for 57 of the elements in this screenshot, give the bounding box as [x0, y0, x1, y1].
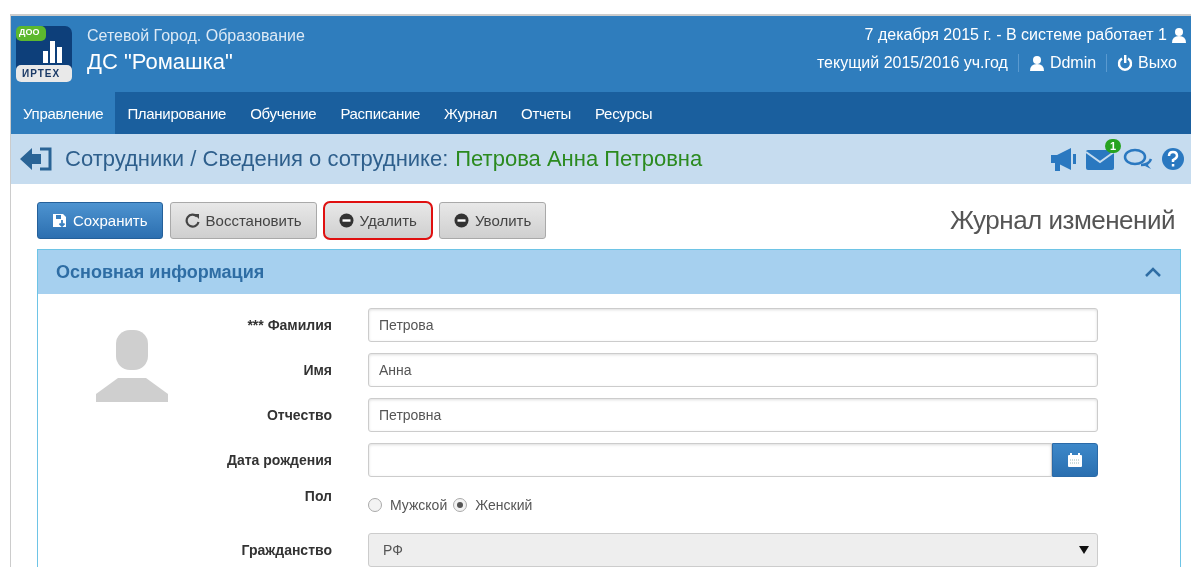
radio-label: Женский [475, 497, 533, 513]
field-label: Отчество [265, 407, 332, 423]
radio-button[interactable] [453, 498, 468, 512]
text-field[interactable]: Петровна [368, 398, 1098, 432]
school-year: текущий 2015/2016 уч.год [815, 54, 1009, 72]
text-field[interactable]: Петрова [368, 308, 1098, 342]
unread-count-badge: 1 [1104, 139, 1121, 153]
power-icon [1117, 55, 1134, 71]
field-label: Пол [303, 488, 332, 504]
calendar-icon [1067, 452, 1083, 468]
minus-circle-icon [338, 213, 354, 228]
caret-icon [1079, 546, 1089, 554]
calendar-button[interactable] [1052, 443, 1098, 477]
nav-tab[interactable]: Планирование [115, 92, 239, 134]
field-label: Дата рождения [225, 452, 332, 468]
change-log-link[interactable]: Журнал изменений [949, 205, 1175, 236]
refresh-icon [184, 213, 200, 228]
nav-tab[interactable]: Отчеты [509, 92, 584, 134]
radio-button[interactable] [368, 498, 382, 512]
action-button[interactable]: Уволить [438, 202, 547, 239]
user-icon [1171, 27, 1187, 43]
nav-tab[interactable]: Расписание [328, 92, 433, 134]
chevron-icon[interactable] [1144, 266, 1162, 278]
organization-name: ДС "Ромашка" [87, 49, 234, 75]
breadcrumb: Сотрудники / Сведения о сотруднике: [65, 146, 449, 172]
logo-text: ИРТЕХ [22, 68, 61, 79]
panel-header[interactable]: Основная информация [38, 250, 1180, 294]
field-label: *** Фамилия [246, 317, 332, 333]
text-field[interactable]: Анна [368, 353, 1098, 387]
back-icon[interactable] [19, 146, 53, 172]
user-icon [1028, 55, 1045, 71]
nav-tab[interactable]: Обучение [238, 92, 329, 134]
employee-name: Петрова Анна Петровна [455, 146, 703, 172]
date-field[interactable] [368, 443, 1052, 477]
megaphone-icon[interactable] [1049, 146, 1077, 172]
chat-icon[interactable] [1123, 147, 1153, 171]
field-label: Имя [302, 362, 332, 378]
logo-drawing [15, 25, 73, 83]
logout-link[interactable]: Выхо [1106, 54, 1187, 72]
save-icon [52, 213, 67, 228]
action-button[interactable]: Удалить [323, 202, 432, 239]
logo-caption: ДОО [19, 27, 40, 37]
nav-tab[interactable]: Ресурсы [583, 92, 665, 134]
app-name: Сетевой Город. Образование [87, 27, 305, 45]
session-status: 7 декабря 2015 г. - В системе работает 1 [864, 26, 1167, 44]
avatar-silhouette [96, 330, 168, 402]
restore-button[interactable]: Восстановить [169, 202, 317, 239]
field-label: Гражданство [240, 542, 332, 558]
nav-tab[interactable]: Управление [11, 92, 116, 134]
panel-title: Основная информация [56, 261, 265, 283]
nav-tab[interactable]: Журнал [432, 92, 509, 134]
radio-label: Мужской [390, 497, 448, 513]
dropdown[interactable]: РФ [368, 533, 1098, 567]
minus-circle-icon [453, 213, 469, 228]
user-link[interactable]: Ddmin [1017, 54, 1107, 72]
help-icon[interactable] [1161, 147, 1185, 171]
save-button[interactable]: Сохранить [37, 202, 163, 239]
